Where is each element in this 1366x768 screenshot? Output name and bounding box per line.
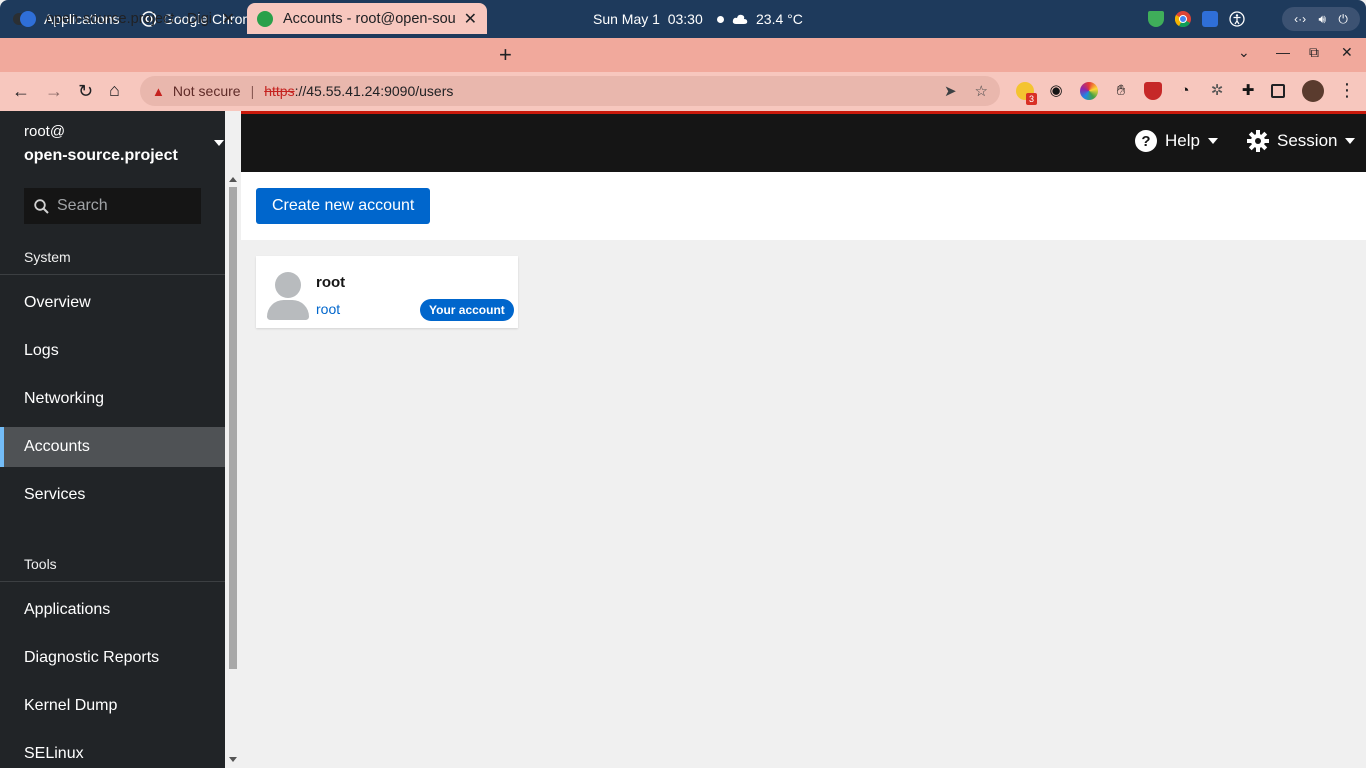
- color-picker-extension-icon[interactable]: [1080, 82, 1098, 100]
- scroll-up-icon[interactable]: [229, 177, 237, 182]
- host-switcher[interactable]: root@ open-source.project: [0, 111, 225, 172]
- omnibox-actions: ➤ ☆: [944, 82, 988, 100]
- avatar-icon: [266, 272, 310, 320]
- eye-extension-icon[interactable]: ◉: [1047, 82, 1065, 100]
- close-tab-icon[interactable]: ✕: [222, 9, 235, 29]
- profile-avatar[interactable]: [1302, 80, 1324, 102]
- notification-dot-icon: [716, 15, 724, 23]
- section-heading-system: System: [24, 249, 71, 265]
- clock[interactable]: Sun May 1 03:30: [593, 0, 724, 38]
- host-name: open-source.project: [24, 147, 178, 164]
- help-label: Help: [1165, 131, 1200, 150]
- cloud-icon: [732, 14, 748, 24]
- network-icon: ‹·›: [1294, 12, 1307, 26]
- your-account-badge: Your account: [420, 299, 514, 321]
- sidebar-item-overview[interactable]: Overview: [0, 283, 225, 323]
- tab-search-icon[interactable]: ⌄: [1238, 44, 1250, 61]
- host-user: root@: [24, 123, 66, 140]
- divider: [0, 581, 225, 582]
- sidebar-item-diagnostic-reports[interactable]: Diagnostic Reports: [0, 638, 225, 678]
- weather-indicator[interactable]: 23.4 °C: [732, 0, 803, 38]
- bookmark-star-icon[interactable]: ☆: [975, 82, 988, 100]
- tab-title: open-source.project - Digi: [46, 10, 213, 27]
- separator: |: [250, 83, 255, 99]
- digitalocean-favicon-icon: [20, 10, 36, 27]
- browser-tab-1[interactable]: open-source.project - Digi ✕: [10, 3, 245, 34]
- gnome-extension-icon[interactable]: ✋︎: [1112, 82, 1130, 100]
- not-secure-label: Not secure: [172, 83, 241, 99]
- session-menu-button[interactable]: Session: [1247, 130, 1356, 152]
- forward-icon[interactable]: →: [45, 81, 63, 102]
- address-bar[interactable]: ▲ Not secure | https ://45.55.41.24:9090…: [140, 76, 1000, 106]
- sidebar-item-selinux[interactable]: SELinux: [0, 734, 225, 768]
- tab-strip: [0, 38, 1366, 72]
- account-full-name: root: [316, 274, 346, 291]
- divider: [0, 274, 225, 275]
- gear-icon: [1247, 130, 1269, 152]
- system-tray: [1148, 0, 1245, 38]
- system-menu[interactable]: ‹·› 🔊︎ ⏻: [1282, 7, 1360, 31]
- sidebar-item-networking[interactable]: Networking: [0, 379, 225, 419]
- shield-icon[interactable]: [1148, 11, 1164, 27]
- power-icon: ⏻: [1338, 11, 1348, 26]
- clock-label: Sun May 1 03:30: [593, 11, 703, 27]
- chrome-menu-icon[interactable]: ⋮: [1338, 80, 1356, 101]
- maximize-icon[interactable]: ⧉: [1309, 44, 1319, 61]
- settings-extension-icon[interactable]: ✲: [1208, 82, 1226, 100]
- url-scheme: https: [264, 83, 295, 99]
- weather-label: 23.4 °C: [756, 11, 803, 27]
- help-icon: ?: [1135, 130, 1157, 152]
- search-placeholder: Search: [57, 197, 108, 214]
- browser-tab-2-active[interactable]: Accounts - root@open-sou ✕: [247, 3, 487, 34]
- session-label: Session: [1277, 131, 1338, 150]
- create-new-account-button[interactable]: Create new account: [256, 188, 431, 224]
- url-text: ://45.55.41.24:9090/users: [294, 83, 454, 99]
- sidebar-item-accounts[interactable]: Accounts: [0, 427, 225, 467]
- volume-icon: 🔊︎: [1318, 11, 1327, 26]
- sidebar-scrollbar[interactable]: [225, 171, 241, 768]
- reload-icon[interactable]: ↻: [78, 81, 93, 102]
- cockpit-favicon-icon: [257, 10, 273, 27]
- caret-down-icon: [1207, 138, 1218, 144]
- speed-extension-icon[interactable]: ◔: [1176, 82, 1194, 100]
- sidebar-item-services[interactable]: Services: [0, 475, 225, 515]
- sidebar-item-kernel-dump[interactable]: Kernel Dump: [0, 686, 225, 726]
- ublock-extension-icon[interactable]: [1144, 82, 1162, 100]
- chrome-tray-icon[interactable]: [1175, 11, 1191, 27]
- extension-badge: 3: [1026, 93, 1037, 105]
- search-icon: [34, 198, 49, 214]
- sidebar-item-logs[interactable]: Logs: [0, 331, 225, 371]
- help-menu-button[interactable]: ? Help: [1135, 130, 1218, 152]
- sidebar-search-input[interactable]: Search: [24, 188, 201, 224]
- scroll-down-icon[interactable]: [229, 757, 237, 762]
- send-icon[interactable]: ➤: [944, 82, 957, 100]
- cockpit-topbar: ? Help Session: [241, 111, 1366, 172]
- account-card[interactable]: root root Your account: [256, 256, 518, 328]
- section-heading-tools: Tools: [24, 556, 57, 572]
- tab-title: Accounts - root@open-sou: [283, 10, 456, 27]
- accessibility-icon[interactable]: [1229, 11, 1245, 27]
- back-icon[interactable]: ←: [12, 81, 30, 102]
- scrollbar-thumb[interactable]: [229, 187, 237, 669]
- new-tab-button[interactable]: +: [499, 42, 512, 68]
- caret-down-icon: [1345, 138, 1356, 144]
- close-window-icon[interactable]: ✕: [1341, 44, 1353, 61]
- warning-icon: ▲: [152, 83, 165, 99]
- sidebar: root@ open-source.project Search System …: [0, 111, 225, 768]
- accounts-toolbar: Create new account: [241, 172, 1366, 240]
- close-tab-icon[interactable]: ✕: [464, 9, 477, 29]
- caret-down-icon: [214, 140, 224, 146]
- password-manager-icon[interactable]: [1202, 11, 1218, 27]
- side-panel-icon[interactable]: [1271, 84, 1285, 98]
- home-icon[interactable]: ⌂: [109, 80, 120, 101]
- minimize-icon[interactable]: —: [1276, 44, 1290, 60]
- account-login-link[interactable]: root: [316, 301, 340, 317]
- extensions-puzzle-icon[interactable]: ✚: [1239, 82, 1257, 100]
- sidebar-item-applications[interactable]: Applications: [0, 590, 225, 630]
